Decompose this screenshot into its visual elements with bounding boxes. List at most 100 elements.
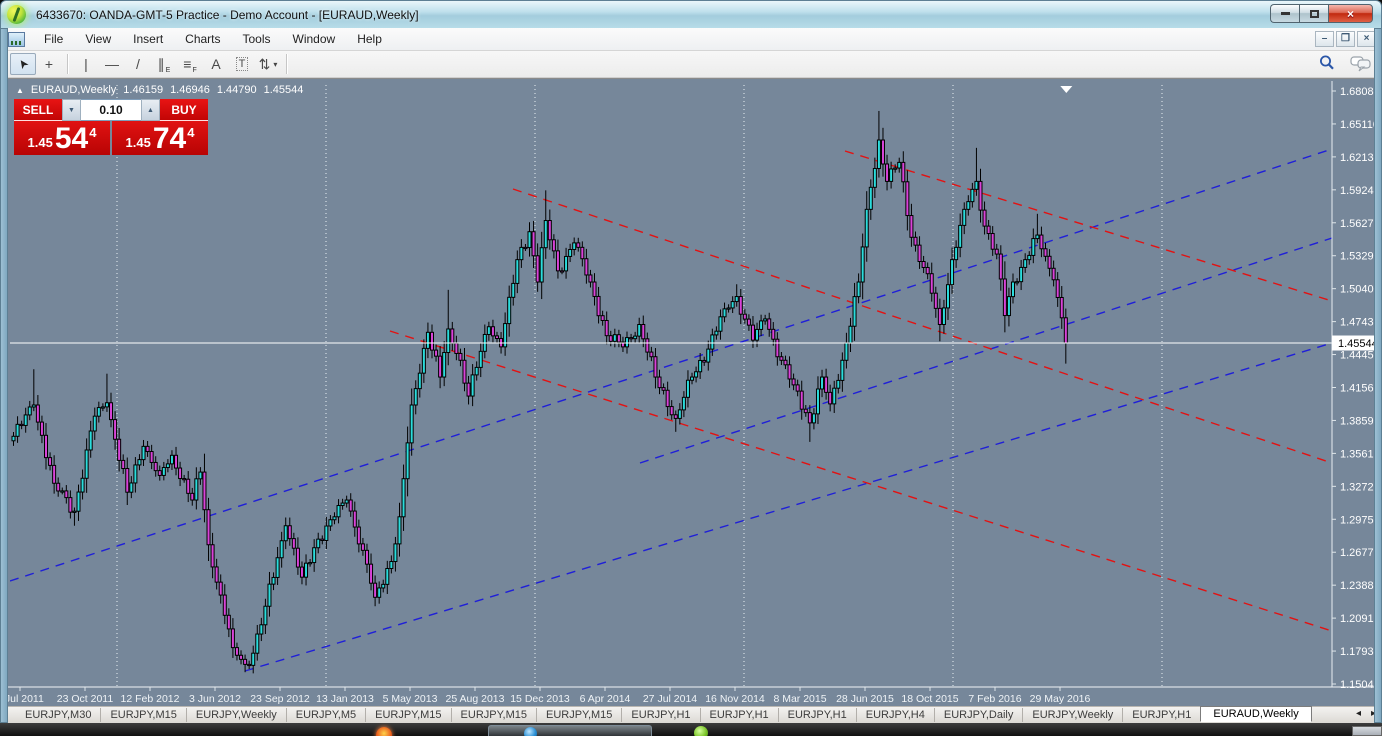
chart-tab-eurjpy-h1[interactable]: EURJPY,H1 [778, 708, 856, 722]
candle [199, 467, 202, 485]
vertical-line-tool-button[interactable]: | [73, 53, 99, 75]
zoom-icon[interactable] [1318, 54, 1336, 72]
candle [370, 553, 373, 590]
candle [963, 202, 966, 234]
candle [439, 346, 442, 388]
chart-tab-eurjpy-weekly[interactable]: EURJPY,Weekly [186, 708, 286, 722]
buy-button[interactable]: BUY [160, 99, 208, 121]
text-label-tool-button[interactable]: T [229, 53, 255, 75]
cursor-tool-button[interactable]: ➤ [10, 53, 36, 75]
svg-text:28 Jun 2015: 28 Jun 2015 [836, 693, 894, 705]
svg-text:23 Oct 2011: 23 Oct 2011 [57, 693, 114, 705]
mdi-minimize-button[interactable]: – [1315, 31, 1334, 47]
candle [508, 286, 511, 337]
chat-icon[interactable] [1350, 54, 1372, 72]
candle [585, 249, 588, 284]
chart-tab-eurjpy-daily[interactable]: EURJPY,Daily [934, 708, 1023, 722]
candle [816, 376, 819, 424]
tab-scroll-left-button[interactable]: ◂ [1356, 708, 1361, 719]
menu-window[interactable]: Window [282, 29, 347, 49]
mdi-restore-button[interactable]: ❒ [1336, 31, 1355, 47]
candle [118, 428, 121, 472]
horizontal-line-tool-button[interactable]: — [99, 53, 125, 75]
candle [528, 222, 531, 256]
candle [638, 318, 641, 343]
chart-document-icon[interactable] [8, 32, 25, 47]
sell-price-panel[interactable]: 1.45 54 4 [14, 121, 110, 155]
candle [483, 324, 486, 358]
buy-price-big: 74 [153, 124, 186, 154]
candle [219, 574, 222, 603]
chart-canvas[interactable]: 1.680851.651101.621351.592451.562701.532… [0, 79, 1382, 707]
taskbar-start-area[interactable] [488, 725, 652, 736]
shift-marker-icon[interactable] [1060, 86, 1072, 93]
candle [36, 395, 39, 430]
gridlines-layer [117, 85, 1162, 687]
chart-tab-eurjpy-m15[interactable]: EURJPY,M15 [365, 708, 450, 722]
chart-tab-eurjpy-m15[interactable]: EURJPY,M15 [451, 708, 536, 722]
windows-taskbar[interactable] [0, 723, 1382, 736]
candle [877, 111, 880, 178]
candle [561, 267, 564, 274]
candle [130, 476, 133, 498]
crosshair-tool-icon: + [45, 56, 53, 72]
menu-file[interactable]: File [33, 29, 74, 49]
buy-price-panel[interactable]: 1.45 74 4 [112, 121, 208, 155]
candle [869, 179, 872, 220]
taskbar-corner-button[interactable] [1352, 726, 1382, 736]
chart-tab-eurjpy-m30[interactable]: EURJPY,M30 [16, 708, 100, 722]
candle [382, 580, 385, 593]
sell-button[interactable]: SELL [14, 99, 62, 121]
trendline-tool-button[interactable]: / [125, 53, 151, 75]
caret-down-icon: ▾ [273, 60, 277, 69]
candle [678, 403, 681, 424]
chart-tab-eurjpy-m5[interactable]: EURJPY,M5 [286, 708, 365, 722]
menu-charts[interactable]: Charts [174, 29, 231, 49]
menu-help[interactable]: Help [346, 29, 393, 49]
candle [593, 273, 596, 305]
candle [532, 221, 535, 268]
chart-tab-eurjpy-m15[interactable]: EURJPY,M15 [536, 708, 621, 722]
volume-decrease-button[interactable]: ▼ [62, 99, 81, 121]
crosshair-tool-button[interactable]: + [36, 53, 62, 75]
candle [158, 466, 161, 481]
chart-tab-eurjpy-h1[interactable]: EURJPY,H1 [1122, 708, 1200, 722]
candle [569, 244, 572, 262]
menu-view[interactable]: View [74, 29, 122, 49]
menu-insert[interactable]: Insert [122, 29, 174, 49]
volume-input[interactable] [81, 99, 141, 121]
close-button[interactable]: × [1328, 4, 1373, 23]
taskbar-app-icon[interactable] [376, 727, 392, 736]
chart-tab-euraud-weekly[interactable]: EURAUD,Weekly [1200, 706, 1311, 722]
chart-tab-eurjpy-weekly[interactable]: EURJPY,Weekly [1022, 708, 1122, 722]
chart-tab-eurjpy-m15[interactable]: EURJPY,M15 [100, 708, 185, 722]
minimize-button[interactable] [1270, 4, 1299, 23]
candle [223, 584, 226, 624]
title-bar[interactable]: 6433670: OANDA-GMT-5 Practice - Demo Acc… [0, 0, 1382, 28]
svg-text:12 Feb 2012: 12 Feb 2012 [121, 693, 180, 705]
candle [394, 537, 397, 572]
candle [577, 238, 580, 252]
candle [138, 454, 141, 470]
chart-tab-eurjpy-h1[interactable]: EURJPY,H1 [700, 708, 778, 722]
one-click-trading-panel: SELL ▼ ▲ BUY 1.45 54 4 1.45 74 4 [14, 99, 208, 155]
browser-icon[interactable] [524, 727, 537, 736]
taskbar-green-icon[interactable] [694, 726, 708, 736]
maximize-button[interactable] [1299, 4, 1328, 23]
menu-tools[interactable]: Tools [232, 29, 282, 49]
svg-text:27 Jul 2014: 27 Jul 2014 [643, 693, 697, 705]
candle [418, 364, 421, 398]
candle [32, 369, 35, 411]
candle [244, 655, 247, 673]
candle [191, 488, 194, 506]
text-tool-button[interactable]: A [203, 53, 229, 75]
equidistant-channel-tool-button[interactable]: ∥E [151, 53, 177, 75]
low-value: 1.44790 [217, 84, 257, 96]
arrows-tool-button[interactable]: ⇅▾ [255, 53, 281, 75]
chart-tab-eurjpy-h4[interactable]: EURJPY,H4 [856, 708, 934, 722]
candle [459, 349, 462, 367]
mdi-window-controls: – ❒ × [1315, 31, 1376, 47]
fibonacci-tool-button[interactable]: ≡F [177, 53, 203, 75]
volume-increase-button[interactable]: ▲ [141, 99, 160, 121]
chart-tab-eurjpy-h1[interactable]: EURJPY,H1 [621, 708, 699, 722]
